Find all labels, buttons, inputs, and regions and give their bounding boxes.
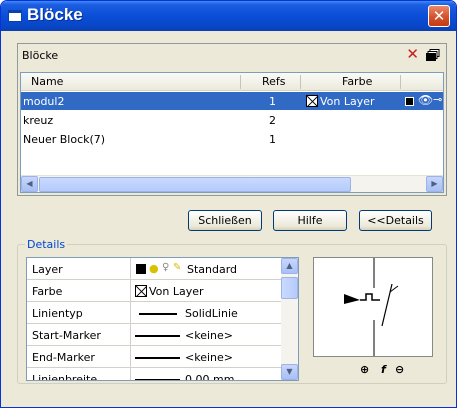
visible-eye-icon[interactable]: 👁: [418, 93, 433, 107]
block-name: Neuer Block(7): [23, 133, 106, 146]
line-width-icon: [135, 379, 180, 380]
blocks-section-label: Blöcke: [22, 49, 59, 62]
close-icon: ✕: [432, 7, 446, 25]
copy-blocks-icon[interactable]: [426, 49, 440, 61]
property-row[interactable]: End-Marker <keine>: [27, 346, 282, 368]
property-value: Von Layer: [149, 285, 204, 298]
property-row[interactable]: Layer ● ♀ ✎ Standard: [27, 258, 282, 280]
scroll-up-icon[interactable]: ▲: [281, 258, 298, 274]
block-preview: [313, 257, 433, 357]
scroll-down-icon[interactable]: ▼: [281, 364, 298, 380]
scroll-thumb[interactable]: [39, 177, 351, 192]
property-name: Layer: [32, 263, 63, 276]
block-refs: 1: [269, 133, 276, 146]
vertical-scrollbar[interactable]: ▲ ▼: [281, 258, 298, 380]
color-checkbox-icon: [306, 95, 318, 107]
list-item[interactable]: modul2 1 Von Layer 👁 ⊸: [21, 92, 443, 110]
property-value: Standard: [187, 263, 238, 276]
scroll-right-icon[interactable]: ▶: [426, 176, 443, 192]
property-row[interactable]: Start-Marker <keine>: [27, 324, 282, 346]
lightbulb-icon[interactable]: ●: [149, 262, 159, 275]
column-header-color[interactable]: Farbe: [342, 75, 372, 88]
property-value: <keine>: [185, 329, 233, 342]
delete-x-icon[interactable]: ✕: [406, 46, 419, 62]
close-button[interactable]: Schließen: [188, 210, 262, 231]
lock-key-icon[interactable]: ⊸: [433, 93, 442, 106]
property-row[interactable]: Linientyp SolidLinie: [27, 302, 282, 324]
properties-table[interactable]: Layer ● ♀ ✎ Standard Farbe Von Layer Lin…: [26, 257, 299, 381]
details-label: Details: [25, 238, 68, 251]
title-bar[interactable]: Blöcke ✕: [1, 1, 456, 31]
property-name: Farbe: [32, 285, 63, 298]
list-item[interactable]: kreuz 2: [21, 111, 443, 129]
block-preview-drawing: [344, 258, 399, 356]
block-refs: 1: [269, 95, 276, 108]
list-item[interactable]: Neuer Block(7) 1: [21, 130, 443, 148]
window-title: Blöcke: [27, 5, 83, 24]
block-name: modul2: [23, 95, 65, 108]
end-marker-icon: [135, 357, 180, 359]
property-value: <keine>: [185, 351, 233, 364]
horizontal-scrollbar[interactable]: ◀ ▶: [21, 175, 443, 192]
property-value: 0,00 mm: [185, 373, 235, 381]
column-header-refs[interactable]: Refs: [262, 75, 286, 88]
property-row[interactable]: Linienbreite 0,00 mm: [27, 368, 282, 381]
close-window-button[interactable]: ✕: [428, 5, 450, 27]
zoom-in-icon[interactable]: ⊕: [360, 363, 369, 376]
block-name: kreuz: [23, 114, 54, 127]
color-swatch-icon: [136, 264, 146, 274]
property-name: Start-Marker: [32, 329, 101, 342]
scroll-thumb[interactable]: [281, 277, 298, 299]
block-refs: 2: [269, 114, 276, 127]
bloecke-dialog: Blöcke ✕ Blöcke ✕ Name Refs Farbe modul2…: [0, 0, 457, 408]
zoom-fit-button[interactable]: f: [381, 363, 386, 376]
property-value: SolidLinie: [185, 307, 238, 320]
key-icon[interactable]: ♀: [162, 262, 169, 273]
start-marker-icon: [135, 335, 180, 337]
property-name: End-Marker: [32, 351, 95, 364]
column-header-name[interactable]: Name: [31, 75, 63, 88]
property-name: Linienbreite: [32, 373, 98, 381]
blocks-panel: Blöcke ✕ Name Refs Farbe modul2 1 Von La…: [17, 43, 447, 196]
help-button[interactable]: Hilfe: [273, 210, 347, 231]
color-swatch-icon: [405, 97, 414, 106]
blocks-list[interactable]: Name Refs Farbe modul2 1 Von Layer 👁 ⊸ k…: [20, 72, 444, 193]
window-icon: [8, 10, 22, 22]
scroll-left-icon[interactable]: ◀: [21, 176, 38, 192]
property-row[interactable]: Farbe Von Layer: [27, 280, 282, 302]
details-toggle-button[interactable]: <<Details: [359, 210, 432, 231]
property-name: Linientyp: [32, 307, 83, 320]
color-checkbox-icon: [135, 285, 147, 297]
list-header: Name Refs Farbe: [21, 73, 443, 91]
line-style-icon: [139, 313, 177, 315]
pencil-icon[interactable]: ✎: [173, 262, 181, 273]
zoom-out-icon[interactable]: ⊖: [395, 363, 404, 376]
block-color: Von Layer: [320, 95, 375, 108]
